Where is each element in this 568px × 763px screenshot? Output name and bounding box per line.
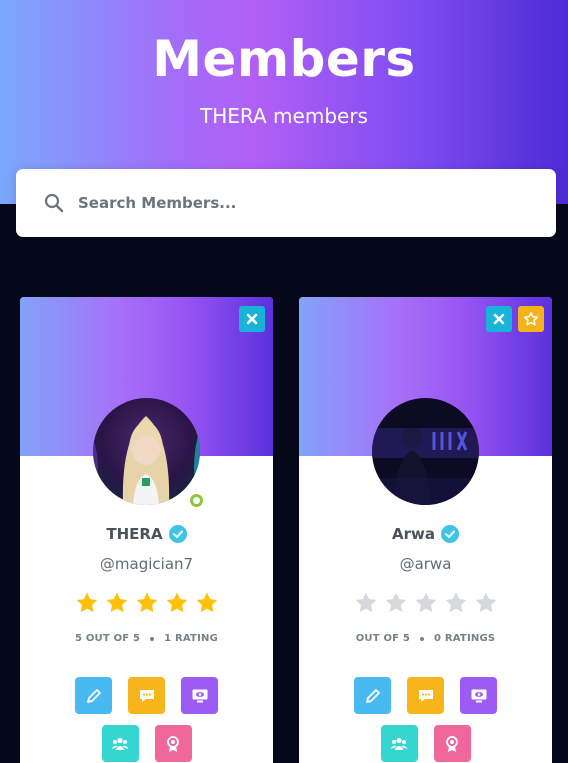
- rating-count: 1 RATING: [164, 633, 218, 644]
- close-icon: [493, 313, 505, 325]
- rating-score: 5 OUT OF 5: [75, 633, 141, 644]
- pencil-icon: [86, 688, 101, 703]
- star-icon: [445, 592, 466, 613]
- member-name[interactable]: Arwa: [392, 525, 435, 543]
- star-icon: [385, 592, 406, 613]
- star-icon: [355, 592, 376, 613]
- pencil-icon: [365, 688, 380, 703]
- chat-icon: [139, 689, 154, 702]
- page-title: Members: [152, 30, 416, 88]
- action-buttons: [299, 677, 552, 714]
- close-icon: [246, 313, 258, 325]
- member-handle: @arwa: [399, 555, 452, 573]
- search-input[interactable]: [78, 194, 498, 212]
- search-icon: [44, 193, 64, 213]
- search-bar: [16, 169, 556, 237]
- star-icon: [106, 592, 127, 613]
- verified-badge-icon: [168, 525, 187, 543]
- award-icon: [167, 735, 179, 752]
- member-card[interactable]: Arwa @arwa OUT OF 5 0 RATINGS: [299, 297, 552, 763]
- member-name[interactable]: THERA: [106, 525, 162, 543]
- rating-count: 0 RATINGS: [434, 633, 496, 644]
- member-handle: @magician7: [99, 555, 194, 573]
- group-icon: [390, 737, 408, 750]
- rating-summary: 5 OUT OF 5 1 RATING: [20, 633, 273, 644]
- star-rating: [20, 591, 273, 615]
- separator-dot: [420, 636, 425, 641]
- badges-button[interactable]: [433, 725, 471, 762]
- star-icon: [76, 592, 97, 613]
- star-rating: [299, 591, 552, 615]
- avatar-image: [372, 398, 479, 505]
- member-card[interactable]: THERA @magician7 5 OUT OF 5 1 RATING: [20, 297, 273, 763]
- star-icon: [196, 592, 217, 613]
- separator-dot: [150, 636, 155, 641]
- edit-button[interactable]: [75, 677, 112, 714]
- monitor-eye-icon: [471, 689, 486, 702]
- monitor-eye-icon: [192, 689, 207, 702]
- remove-button[interactable]: [239, 306, 265, 332]
- remove-button[interactable]: [486, 306, 512, 332]
- groups-button[interactable]: [380, 725, 418, 762]
- message-button[interactable]: [407, 677, 444, 714]
- star-outline-icon: [523, 311, 539, 326]
- chat-icon: [418, 689, 433, 702]
- page-subtitle: THERA members: [200, 104, 368, 128]
- star-icon: [136, 592, 157, 613]
- avatar-image: [93, 398, 200, 505]
- avatar[interactable]: [93, 398, 200, 505]
- award-icon: [446, 735, 458, 752]
- action-buttons-secondary: [299, 725, 552, 762]
- action-buttons: [20, 677, 273, 714]
- view-button[interactable]: [181, 677, 218, 714]
- groups-button[interactable]: [101, 725, 139, 762]
- group-icon: [111, 737, 129, 750]
- edit-button[interactable]: [354, 677, 391, 714]
- avatar[interactable]: [372, 398, 479, 505]
- rating-score: OUT OF 5: [355, 633, 411, 644]
- online-status-indicator: [190, 494, 203, 507]
- message-button[interactable]: [128, 677, 165, 714]
- rating-summary: OUT OF 5 0 RATINGS: [299, 633, 552, 644]
- star-icon: [166, 592, 187, 613]
- favorite-button[interactable]: [518, 306, 544, 332]
- badges-button[interactable]: [154, 725, 192, 762]
- verified-badge-icon: [441, 525, 459, 543]
- action-buttons-secondary: [20, 725, 273, 762]
- star-icon: [475, 592, 496, 613]
- star-icon: [415, 592, 436, 613]
- view-button[interactable]: [460, 677, 497, 714]
